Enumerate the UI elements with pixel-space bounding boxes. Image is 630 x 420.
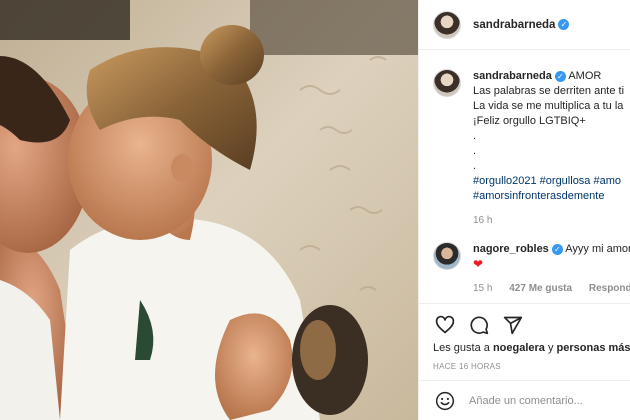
heart-icon xyxy=(435,315,455,334)
caption-line: Las palabras se derriten ante ti xyxy=(473,85,625,97)
caption-line: . xyxy=(473,130,477,142)
comment-text: Ayyy mi amor xyxy=(565,243,630,255)
comment-likes[interactable]: 427 Me gusta xyxy=(509,283,572,294)
caption: sandrabarneda ✓ AMOR Las palabras se derr… xyxy=(419,51,630,228)
post-side-panel: sandrabarneda ✓ sandrabarneda ✓ AMOR Las p… xyxy=(418,0,630,420)
comment-time[interactable]: 15 h xyxy=(473,283,492,294)
post-header: sandrabarneda ✓ xyxy=(419,0,630,50)
author-avatar[interactable] xyxy=(433,10,461,39)
author-username[interactable]: sandrabarneda ✓ xyxy=(473,18,570,31)
post-actions: Les gusta a noegalera y personas más HAC… xyxy=(419,303,630,371)
action-icons xyxy=(419,304,630,338)
caption-body: sandrabarneda ✓ AMOR Las palabras se derr… xyxy=(473,69,624,228)
reply-button[interactable]: Responder xyxy=(589,283,630,294)
comments-section: sandrabarneda ✓ AMOR Las palabras se derr… xyxy=(419,51,630,303)
caption-first-line: AMOR xyxy=(568,70,602,82)
comment-icon xyxy=(470,316,489,335)
caption-line: ¡Feliz orgullo LGTBIQ+ xyxy=(473,115,586,127)
likes-summary: Les gusta a noegalera y personas más xyxy=(433,342,630,354)
red-heart-emoji-icon: ❤ xyxy=(473,257,484,271)
verified-badge-icon: ✓ xyxy=(551,243,563,255)
share-icon xyxy=(503,316,523,335)
photo-illustration xyxy=(0,0,418,420)
more-likers-link[interactable]: personas más xyxy=(557,342,630,354)
comment-input[interactable] xyxy=(469,394,629,407)
caption-line: . xyxy=(473,160,477,172)
caption-time[interactable]: 16 h xyxy=(473,215,492,226)
post-timestamp[interactable]: HACE 16 HORAS xyxy=(419,362,630,371)
commenter-avatar[interactable] xyxy=(433,242,461,270)
verified-badge-icon: ✓ xyxy=(558,18,570,30)
caption-avatar[interactable] xyxy=(433,69,461,97)
smiley-icon xyxy=(435,391,455,410)
like-button[interactable] xyxy=(433,313,457,337)
caption-line: La vida se me multiplica a tu la xyxy=(473,100,624,112)
share-button[interactable] xyxy=(501,313,525,337)
comment-button[interactable] xyxy=(467,313,491,337)
commenter-username[interactable]: nagore_robles xyxy=(473,243,549,255)
emoji-button[interactable] xyxy=(433,389,457,413)
hashtag-line[interactable]: #orgullo2021 #orgullosa #amo xyxy=(473,174,624,189)
hashtag-line[interactable]: #amorsinfronterasdemente xyxy=(473,189,624,204)
add-comment-bar xyxy=(419,380,630,420)
caption-username[interactable]: sandrabarneda xyxy=(473,70,552,82)
comment-meta: 15 h 427 Me gusta Responder xyxy=(473,281,630,296)
caption-line: . xyxy=(473,145,477,157)
liker-username[interactable]: noegalera xyxy=(493,342,545,354)
post-photo[interactable] xyxy=(0,0,418,420)
comment-body: nagore_robles ✓ Ayyy mi amor ❤ 15 h 427 M… xyxy=(473,242,630,296)
comment-item: nagore_robles ✓ Ayyy mi amor ❤ 15 h 427 M… xyxy=(419,228,630,296)
caption-meta: 16 h xyxy=(473,213,624,228)
verified-badge-icon: ✓ xyxy=(554,70,566,82)
